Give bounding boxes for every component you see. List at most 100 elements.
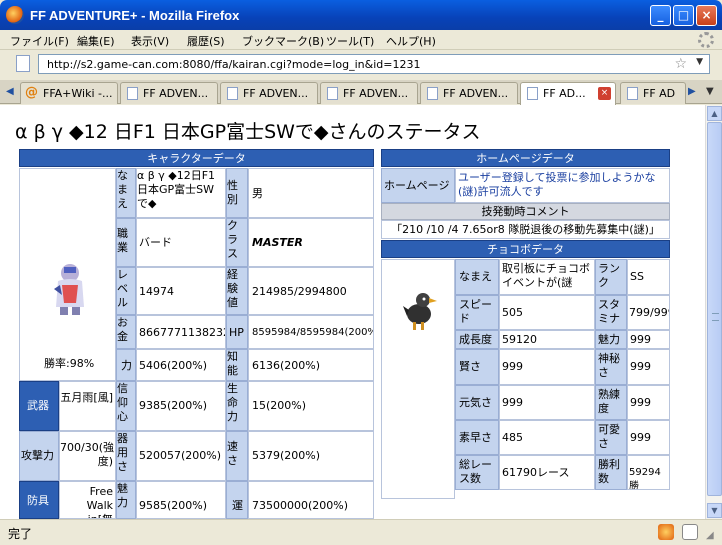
menu-edit[interactable]: 編集(E): [77, 33, 115, 49]
homepage-value[interactable]: ユーザー登録して投票に参加しようかな(謎)許可流人です: [455, 168, 670, 203]
gold-label: お金: [116, 315, 136, 349]
chocobo-stamina-value: 799/999: [627, 295, 670, 330]
character-data-header: キャラクターデータ: [19, 149, 374, 167]
tab-ff-adventure[interactable]: FF ADVEN...: [320, 82, 418, 104]
edit-icon[interactable]: [682, 524, 698, 540]
tab-ffa-wiki[interactable]: @ FFA+Wiki -...: [20, 82, 118, 104]
tab-ff-adventure[interactable]: FF ADVEN...: [120, 82, 218, 104]
skill-comment-value: 「210 /10 /4 7.65or8 隊脱退後の移動先募集中(謎)」: [381, 220, 670, 239]
chocobo-wise-value: 999: [499, 349, 595, 385]
job-label: 職業: [116, 218, 136, 267]
list-all-tabs-icon[interactable]: ▼: [706, 86, 714, 97]
name-value: α β γ ◆12日F1日本GP富士SWで◆: [136, 168, 226, 218]
character-sprite-icon: [54, 264, 84, 315]
maximize-button[interactable]: □: [673, 5, 694, 26]
scrollbar-thumb[interactable]: [707, 122, 722, 496]
vertical-scrollbar[interactable]: ▲ ▼: [705, 105, 722, 519]
bookmark-star-icon[interactable]: ☆: [674, 56, 687, 72]
menu-tools[interactable]: ツール(T): [326, 33, 374, 49]
chocobo-skill-label: 熟練度: [595, 385, 627, 420]
page-icon: [227, 87, 238, 100]
addon-icon[interactable]: [658, 524, 674, 540]
at-icon: @: [25, 85, 38, 100]
luck-value: 73500000(200%): [248, 481, 374, 519]
homepage-data-header: ホームページデータ: [381, 149, 670, 167]
menu-bookmarks[interactable]: ブックマーク(B): [242, 33, 324, 49]
chocobo-wins-value: 59294勝: [627, 455, 670, 490]
chocobo-wise-label: 賢さ: [455, 349, 499, 385]
tab-label: FFA+Wiki -...: [43, 87, 113, 100]
page-icon: [527, 87, 538, 100]
tab-ff-adventure[interactable]: FF ADVEN...: [420, 82, 518, 104]
chocobo-speed-label: スピード: [455, 295, 499, 330]
charm-label: 魅力: [116, 481, 136, 519]
attack-label: 攻撃力: [19, 431, 59, 481]
resize-grip-icon[interactable]: ◢: [706, 530, 714, 541]
chocobo-sprite-icon: [403, 293, 437, 330]
name-label: なまえ: [116, 168, 136, 218]
chocobo-growth-label: 成長度: [455, 330, 499, 349]
level-value: 14974: [136, 267, 226, 315]
close-window-button[interactable]: ×: [696, 5, 717, 26]
menu-help[interactable]: ヘルプ(H): [386, 33, 436, 49]
window-title: FF ADVENTURE+ - Mozilla Firefox: [30, 8, 240, 23]
faith-label: 信仰心: [116, 381, 136, 431]
chocobo-cute-value: 999: [627, 420, 670, 455]
vit-value: 15(200%): [248, 381, 374, 431]
tab-label: FF AD: [643, 87, 676, 100]
tab-ff-adventure[interactable]: FF AD: [620, 82, 686, 104]
menu-history[interactable]: 履歴(S): [187, 33, 225, 49]
scroll-tabs-right-icon[interactable]: ▶: [688, 86, 696, 97]
scroll-up-icon[interactable]: ▲: [707, 106, 722, 121]
throbber-icon: [698, 32, 714, 48]
chocobo-name-label: なまえ: [455, 259, 499, 295]
tab-bar: ◀ @ FFA+Wiki -... FF ADVEN... FF ADVEN..…: [0, 80, 722, 105]
chocobo-genki-value: 999: [499, 385, 595, 420]
charm-value: 9585(200%): [136, 481, 226, 519]
close-tab-icon[interactable]: ×: [598, 87, 611, 100]
tab-ff-adventure-active[interactable]: FF AD... ×: [520, 82, 616, 105]
armor-label: 防具: [19, 481, 59, 519]
chocobo-name-value: 取引板にチョコボイベントが(謎: [499, 259, 595, 295]
menu-view[interactable]: 表示(V): [131, 33, 169, 49]
chocobo-speed-value: 505: [499, 295, 595, 330]
scroll-down-icon[interactable]: ▼: [707, 503, 722, 518]
exp-value: 214985/2994800: [248, 267, 374, 315]
gold-value: 8667771138232: [136, 315, 226, 349]
page-icon: [627, 87, 638, 100]
vit-label: 生命力: [226, 381, 248, 431]
level-label: レベル: [116, 267, 136, 315]
skill-comment-header: 技発動時コメント: [381, 203, 670, 220]
chocobo-stamina-label: スタミナ: [595, 295, 627, 330]
address-bar[interactable]: http://s2.game-can.com:8080/ffa/kairan.c…: [38, 54, 710, 74]
page-title: α β γ ◆12 日F1 日本GP富士SWで◆さんのステータス: [15, 121, 481, 143]
menu-file[interactable]: ファイル(F): [10, 33, 69, 49]
chocobo-races-label: 総レース数: [455, 455, 499, 490]
chocobo-quick-value: 485: [499, 420, 595, 455]
minimize-button[interactable]: _: [650, 5, 671, 26]
url-text[interactable]: http://s2.game-can.com:8080/ffa/kairan.c…: [47, 58, 420, 71]
chocobo-genki-label: 元気さ: [455, 385, 499, 420]
character-portrait-cell: 勝率:98%: [19, 168, 116, 381]
tab-label: FF ADVEN...: [243, 87, 309, 100]
class-value: MASTER: [248, 218, 374, 267]
chocobo-data-header: チョコボデータ: [381, 240, 670, 258]
speed-label: 速さ: [226, 431, 248, 481]
scroll-tabs-left-icon[interactable]: ◀: [6, 86, 14, 97]
dex-label: 器用さ: [116, 431, 136, 481]
chocobo-rank-value: SS: [627, 259, 670, 295]
chocobo-cute-label: 可愛さ: [595, 420, 627, 455]
chocobo-skill-value: 999: [627, 385, 670, 420]
faith-value: 9385(200%): [136, 381, 226, 431]
chocobo-charm-value: 999: [627, 330, 670, 349]
tab-label: FF ADVEN...: [343, 87, 409, 100]
str-value: 5406(200%): [136, 349, 226, 381]
status-bar: 完了 ◢: [0, 519, 722, 545]
class-label: クラス: [226, 218, 248, 267]
tab-ff-adventure[interactable]: FF ADVEN...: [220, 82, 318, 104]
sex-label: 性別: [226, 168, 248, 218]
armor-value: Free Walk in[無: [59, 481, 116, 519]
luck-label: 運: [226, 481, 248, 519]
page-icon: [127, 87, 138, 100]
url-dropdown-icon[interactable]: ▼: [696, 57, 703, 67]
